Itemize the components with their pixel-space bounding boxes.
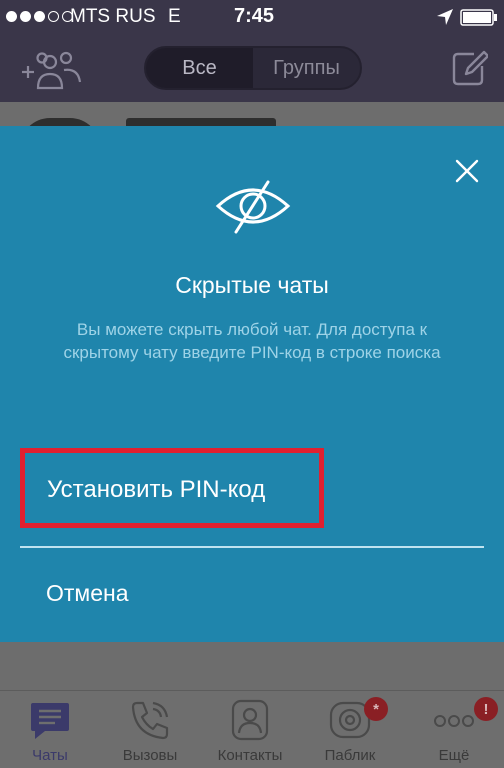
status-bar: MTS RUS E 7:45 <box>0 0 504 34</box>
contact-icon <box>231 699 269 741</box>
clock: 7:45 <box>234 5 275 27</box>
tab-label: Паблик <box>324 747 376 764</box>
tab-calls[interactable]: Вызовы <box>100 691 200 768</box>
add-group-icon[interactable] <box>20 48 82 90</box>
tab-more[interactable]: Ещё ! <box>404 691 504 768</box>
carrier-name: MTS RUS <box>70 6 156 27</box>
dialog-title: Скрытые чаты <box>175 272 329 298</box>
notification-badge: * <box>364 697 388 721</box>
chat-bubble-icon <box>31 703 69 739</box>
compose-icon[interactable] <box>450 50 488 88</box>
signal-dot <box>48 11 59 22</box>
signal-strength <box>6 11 73 22</box>
dialog-description: Вы можете скрыть любой чат. Для доступа … <box>63 320 441 362</box>
close-icon[interactable] <box>454 158 480 184</box>
set-pin-button[interactable]: Установить PIN-код <box>20 448 324 528</box>
chat-filter-segmented: Все Группы <box>144 46 362 90</box>
eye-slash-icon <box>215 180 291 234</box>
signal-dot <box>34 11 45 22</box>
tab-label: Вызовы <box>122 747 178 764</box>
top-bar: MTS RUS E 7:45 Все Группы <box>0 0 504 102</box>
segment-all[interactable]: Все <box>146 48 253 88</box>
tab-label: Чаты <box>32 747 68 764</box>
phone-icon <box>131 701 169 740</box>
network-type: E <box>168 6 181 27</box>
location-arrow-icon <box>437 9 453 25</box>
signal-dot <box>6 11 17 22</box>
set-pin-label: Установить PIN-код <box>47 476 266 503</box>
notification-badge: ! <box>474 697 498 721</box>
more-dots-icon <box>434 715 474 727</box>
tab-label: Контакты <box>217 747 283 764</box>
cancel-button[interactable]: Отмена <box>46 580 129 607</box>
segment-groups[interactable]: Группы <box>253 48 360 88</box>
divider <box>20 546 484 548</box>
tab-label: Ещё <box>438 747 470 764</box>
hidden-chats-dialog: Скрытые чаты Вы можете скрыть любой чат.… <box>0 126 504 642</box>
bottom-tab-bar: Чаты Вызовы Контакты Паблик * Ещё ! <box>0 690 504 768</box>
battery-full-icon <box>460 9 497 26</box>
tab-public[interactable]: Паблик * <box>300 691 400 768</box>
tab-contacts[interactable]: Контакты <box>200 691 300 768</box>
tab-chats[interactable]: Чаты <box>0 691 100 768</box>
signal-dot <box>20 11 31 22</box>
